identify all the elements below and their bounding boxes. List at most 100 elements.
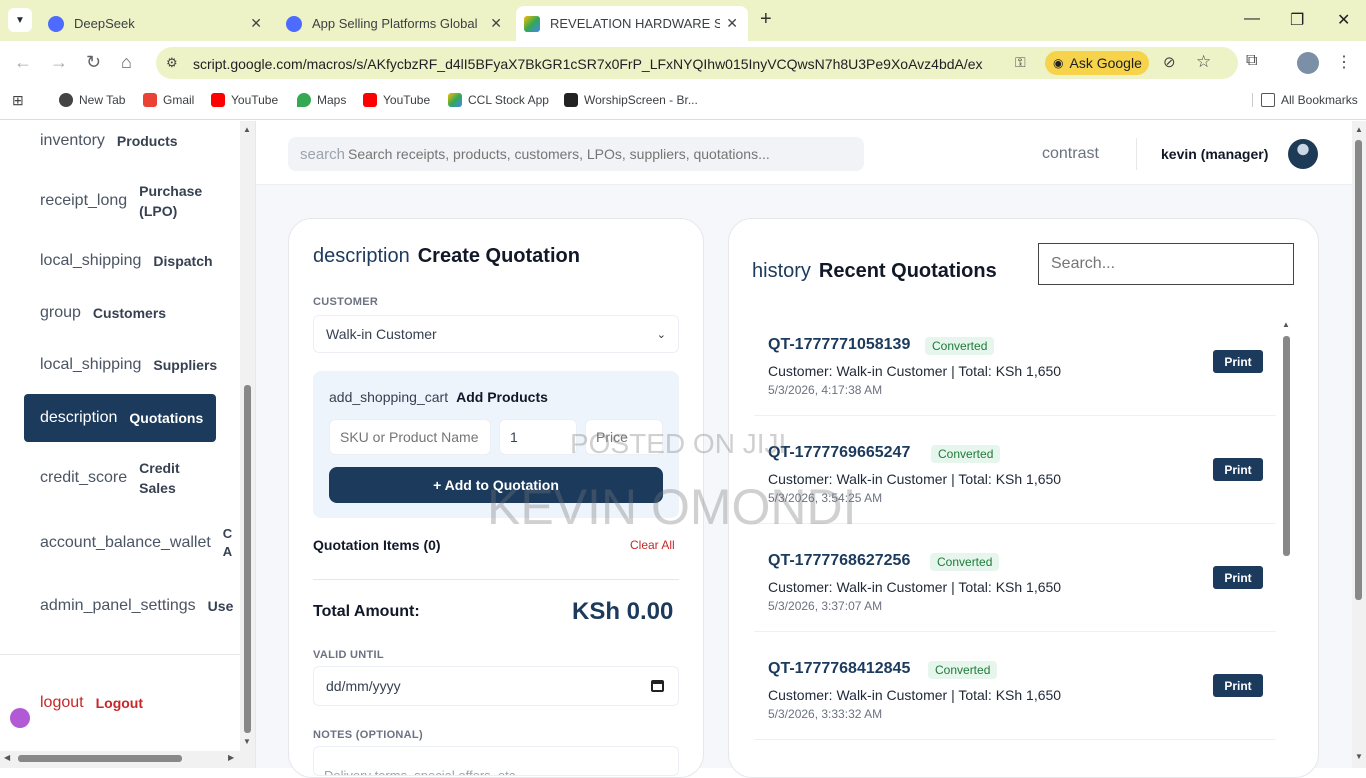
bookmark-ccl-stock[interactable]: CCL Stock App [448,93,549,107]
quotation-id[interactable]: QT-1777769665247 [768,444,910,462]
customer-select[interactable]: Walk-in Customer ⌄ [313,315,679,353]
restore-icon[interactable]: ❐ [1290,10,1304,30]
valid-until-label: VALID UNTIL [313,649,384,661]
recent-scroll-up-icon[interactable]: ▲ [1282,320,1290,329]
quantity-input[interactable] [499,419,577,455]
new-tab-button[interactable]: + [760,8,772,31]
watermark-line-1: POSTED ON JIJI [570,428,787,459]
tab-search-button[interactable]: ▼ [8,8,32,32]
close-window-icon[interactable]: ✕ [1337,10,1350,30]
page-title: Create Quotation [417,245,580,267]
sidebar-h-scrollbar-thumb[interactable] [18,755,182,762]
bookmark-new-tab[interactable]: New Tab [59,93,125,107]
deepseek-icon [286,15,302,32]
sidebar-item-users[interactable]: admin_panel_settings Use [24,596,254,616]
sidebar-item-wallet[interactable]: account_balance_wallet C A [24,525,254,561]
apps-grid-icon[interactable]: ⊞ [12,92,24,109]
logout-button[interactable]: logout Logout [24,693,216,713]
minimize-icon[interactable]: — [1244,10,1260,28]
quotation-items-label: Quotation Items (0) [313,537,441,553]
quotation-id[interactable]: QT-1777768412845 [768,660,910,678]
watermark-line-2: KEVIN OMONDI [487,479,857,535]
status-badge: Converted [928,661,998,679]
tab-app-selling[interactable]: App Selling Platforms Global Gu ✕ [278,6,512,41]
bookmark-youtube-2[interactable]: YouTube [363,93,430,107]
site-info-icon[interactable]: ⚙ [166,55,178,71]
sidebar-item-products[interactable]: inventory Products [24,131,216,151]
url-text[interactable]: script.google.com/macros/s/AKfycbzRF_d4l… [193,56,983,72]
menu-icon[interactable]: ⋮ [1336,52,1352,72]
global-search[interactable]: search [288,137,864,171]
close-icon[interactable]: ✕ [726,15,738,32]
chevron-down-icon: ▼ [15,14,25,26]
tab-deepseek[interactable]: DeepSeek ✕ [40,6,272,41]
forward-icon[interactable]: → [50,52,68,73]
print-button[interactable]: Print [1213,350,1263,373]
star-icon[interactable]: ☆ [1196,52,1211,72]
gmail-icon [143,93,157,107]
ask-google-button[interactable]: ◉ Ask Google [1045,51,1149,75]
bookmark-youtube[interactable]: YouTube [211,93,278,107]
sidebar-item-dispatch[interactable]: local_shipping Dispatch [24,251,216,271]
close-icon[interactable]: ✕ [250,15,262,32]
recent-scrollbar-thumb[interactable] [1283,336,1290,556]
tab-title: DeepSeek [74,16,135,31]
quotation-id[interactable]: QT-1777771058139 [768,336,910,354]
sidebar-item-customers[interactable]: group Customers [24,303,216,323]
eye-off-icon[interactable]: ⊘ [1163,53,1176,71]
close-icon[interactable]: ✕ [490,15,502,32]
tab-revelation[interactable]: REVELATION HARDWARE SUPPL ✕ [516,6,748,41]
extensions-icon[interactable]: ⧉ [1246,52,1257,70]
quotation-id[interactable]: QT-1777768627256 [768,552,910,570]
print-button[interactable]: Print [1213,566,1263,589]
contrast-toggle[interactable]: contrast [1042,145,1099,163]
customer-select-value: Walk-in Customer [326,326,437,342]
profile-avatar[interactable] [1297,52,1319,74]
quotation-date: 5/3/2026, 4:17:38 AM [768,383,883,397]
page-scrollbar-thumb[interactable] [1355,140,1362,600]
bookmark-worshipscreen[interactable]: WorshipScreen - Br... [564,93,698,107]
add-products-title: Add Products [456,389,548,405]
all-bookmarks[interactable]: All Bookmarks [1252,93,1358,107]
recent-search-input[interactable] [1038,243,1294,285]
total-amount-value: KSh 0.00 [572,598,674,625]
scroll-left-icon[interactable]: ◀ [4,753,10,762]
bookmark-gmail[interactable]: Gmail [143,93,194,107]
scroll-down-icon[interactable]: ▼ [243,737,251,746]
list-item: QT-1777768412845 Converted Customer: Wal… [754,640,1276,740]
print-button[interactable]: Print [1213,458,1263,481]
total-amount-label: Total Amount: [313,603,420,620]
scroll-right-icon[interactable]: ▶ [228,753,234,762]
back-icon[interactable]: ← [14,52,32,73]
sidebar-item-quotations[interactable]: description Quotations [24,394,216,442]
valid-until-date-input[interactable]: dd/mm/yyyy [313,666,679,706]
key-icon[interactable]: ⚿ [1015,54,1026,71]
worshipscreen-icon [564,93,578,107]
sidebar-item-purchase-lpo[interactable]: receipt_long Purchase (LPO) [24,181,216,221]
page-scroll-up-icon[interactable]: ▲ [1355,125,1363,134]
avatar[interactable] [1288,139,1318,169]
home-icon[interactable]: ⌂ [121,52,132,73]
page-scroll-down-icon[interactable]: ▼ [1355,752,1363,761]
assistant-brain-icon[interactable] [10,708,30,728]
sidebar-scrollbar-thumb[interactable] [244,385,251,733]
bookmark-maps[interactable]: Maps [297,93,346,107]
quotation-summary: Customer: Walk-in Customer | Total: KSh … [768,579,1062,595]
global-search-input[interactable] [348,146,838,162]
notes-textarea[interactable]: Delivery terms, special offers, etc. [313,746,679,776]
notes-label: NOTES (OPTIONAL) [313,729,423,741]
chevron-down-icon: ⌄ [656,328,666,341]
add-products-heading: add_shopping_cart Add Products [329,389,548,405]
sidebar-item-credit-sales[interactable]: credit_score Credit Sales [24,458,216,498]
reload-icon[interactable]: ↻ [86,52,101,73]
sku-input[interactable] [329,419,491,455]
header-divider [1136,138,1137,170]
calendar-icon[interactable] [651,680,664,692]
sidebar-item-suppliers[interactable]: local_shipping Suppliers [24,355,217,375]
description-icon: description [313,245,410,267]
maps-icon [297,93,311,107]
print-button[interactable]: Print [1213,674,1263,697]
scroll-up-icon[interactable]: ▲ [243,125,251,134]
clear-all-button[interactable]: Clear All [630,538,675,552]
apps-script-icon [524,15,540,32]
